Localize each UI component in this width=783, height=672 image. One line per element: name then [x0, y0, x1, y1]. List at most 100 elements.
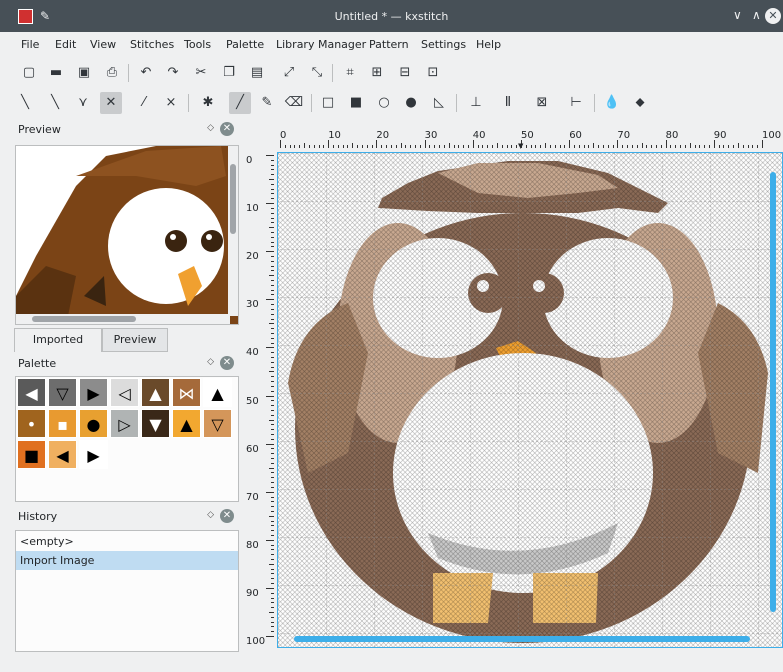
float-icon[interactable]: ◇: [207, 357, 214, 367]
undo-icon[interactable]: ↶: [135, 62, 157, 84]
small-half-stitch-icon[interactable]: ⁄: [133, 92, 155, 114]
menu-tools[interactable]: Tools: [184, 38, 211, 51]
ruler-v-tick: [271, 381, 274, 383]
ruler-h-tick: [680, 145, 682, 148]
ruler-v-tick: [271, 308, 274, 310]
menu-help[interactable]: Help: [476, 38, 501, 51]
history-item-selected[interactable]: Import Image: [16, 551, 238, 570]
color-picker-icon[interactable]: 💧: [601, 92, 623, 114]
filled-ellipse-icon[interactable]: ●: [400, 92, 422, 114]
ruler-h-tick: [699, 145, 701, 148]
menu-file[interactable]: File: [21, 38, 39, 51]
ellipse-icon[interactable]: ○: [373, 92, 395, 114]
palette-swatch[interactable]: ▪: [48, 409, 77, 438]
select-icon[interactable]: ⊢: [565, 92, 587, 114]
close-icon[interactable]: ✕: [220, 509, 234, 523]
filled-rectangle-icon[interactable]: ■: [345, 92, 367, 114]
save-icon[interactable]: ▣: [73, 62, 95, 84]
pattern-canvas[interactable]: [277, 152, 783, 648]
palette-swatch[interactable]: ●: [79, 409, 108, 438]
palette-swatch[interactable]: ▽: [48, 378, 77, 407]
fill-icon[interactable]: ⬥: [629, 92, 651, 114]
redo-icon[interactable]: ↷: [162, 62, 184, 84]
copy-icon[interactable]: ❐: [218, 62, 240, 84]
ruler-h-tick: [723, 145, 725, 148]
three-quarter-stitch-icon[interactable]: ⋎: [72, 92, 94, 114]
new-icon[interactable]: ▢: [18, 62, 40, 84]
print-icon[interactable]: ⎙: [101, 62, 123, 84]
canvas-vscroll-handle[interactable]: [770, 172, 776, 612]
minimize-button[interactable]: ∨: [733, 8, 742, 22]
palette-swatch[interactable]: ▲: [172, 409, 201, 438]
fit-width-icon[interactable]: ⤢: [278, 62, 300, 84]
float-icon[interactable]: ◇: [207, 510, 214, 520]
menu-palette[interactable]: Palette: [226, 38, 264, 51]
small-full-stitch-icon[interactable]: ×: [160, 92, 182, 114]
polygon-icon[interactable]: ◺: [428, 92, 450, 114]
palette-swatch[interactable]: ▲: [203, 378, 232, 407]
palette-swatch[interactable]: ▷: [110, 409, 139, 438]
paste-icon[interactable]: ▤: [246, 62, 268, 84]
menu-view[interactable]: View: [90, 38, 116, 51]
erase-icon[interactable]: ⌫: [283, 92, 305, 114]
ruler-v-tick: [271, 342, 274, 344]
quarter-stitch-icon[interactable]: ╲: [14, 92, 36, 114]
menu-settings[interactable]: Settings: [421, 38, 466, 51]
palette-swatch[interactable]: ◀: [48, 440, 77, 469]
menu-stitches[interactable]: Stitches: [130, 38, 174, 51]
history-item[interactable]: <empty>: [16, 532, 238, 551]
ruler-v-label: 70: [246, 491, 259, 503]
palette-swatch[interactable]: ⋈: [172, 378, 201, 407]
zoom-in-icon[interactable]: ⊞: [366, 62, 388, 84]
menu-library-manager[interactable]: Library Manager: [276, 38, 366, 51]
full-stitch-icon[interactable]: ✕: [100, 92, 122, 114]
backstitch-icon[interactable]: Ⅱ: [497, 92, 519, 114]
tab-preview[interactable]: Preview: [102, 328, 168, 352]
paint-icon[interactable]: ╱: [229, 92, 251, 114]
ruler-h-tick: [622, 145, 624, 148]
menu-edit[interactable]: Edit: [55, 38, 76, 51]
ruler-v-tick: [271, 246, 274, 248]
cut-icon[interactable]: ✂: [190, 62, 212, 84]
tab-imported-image[interactable]: Imported Image: [14, 328, 102, 368]
draw-icon[interactable]: ✎: [256, 92, 278, 114]
half-stitch-icon[interactable]: ╲: [44, 92, 66, 114]
palette-swatch[interactable]: ▼: [141, 409, 170, 438]
preview-vscroll[interactable]: [228, 146, 238, 316]
close-icon[interactable]: ✕: [220, 356, 234, 370]
close-icon[interactable]: ✕: [220, 122, 234, 136]
preview-vscroll-handle[interactable]: [230, 164, 236, 234]
ruler-h-tick: [395, 145, 397, 148]
palette-swatch[interactable]: ▶: [79, 378, 108, 407]
ruler-v-tick: [266, 251, 274, 253]
palette-swatch[interactable]: ▶: [79, 440, 108, 469]
palette-swatch[interactable]: ▽: [203, 409, 232, 438]
palette-swatch[interactable]: ◁: [110, 378, 139, 407]
palette-swatch[interactable]: ■: [17, 440, 46, 469]
french-knot-icon[interactable]: ✱: [197, 92, 219, 114]
float-icon[interactable]: ◇: [207, 123, 214, 133]
rectangle-icon[interactable]: □: [317, 92, 339, 114]
zoom-out-icon[interactable]: ⊟: [394, 62, 416, 84]
preview-hscroll-handle[interactable]: [32, 316, 136, 322]
ruler-h-tick: [308, 145, 310, 148]
window-titlebar[interactable]: ✎ Untitled * — kxstitch ∨ ∧ ✕: [0, 0, 783, 32]
preview-view[interactable]: [15, 145, 239, 325]
close-window-button[interactable]: ✕: [765, 8, 781, 24]
preview-hscroll[interactable]: [16, 314, 230, 324]
palette-swatch[interactable]: ▲: [141, 378, 170, 407]
toolbar-separator: [594, 94, 595, 112]
ruler-v-tick: [269, 275, 274, 277]
menu-pattern[interactable]: Pattern: [369, 38, 409, 51]
palette-swatch[interactable]: ◀: [17, 378, 46, 407]
open-icon[interactable]: ▬: [45, 62, 67, 84]
canvas-hscroll-handle[interactable]: [294, 636, 750, 642]
ruler-v-tick: [271, 357, 274, 359]
zoom-fit-icon[interactable]: ⌗: [339, 62, 361, 84]
alphabet-icon[interactable]: ⊠: [531, 92, 553, 114]
text-icon[interactable]: ⊥: [465, 92, 487, 114]
zoom-actual-icon[interactable]: ⊡: [422, 62, 444, 84]
fit-height-icon[interactable]: ⤡: [306, 62, 328, 84]
maximize-button[interactable]: ∧: [752, 8, 761, 22]
palette-swatch[interactable]: •: [17, 409, 46, 438]
